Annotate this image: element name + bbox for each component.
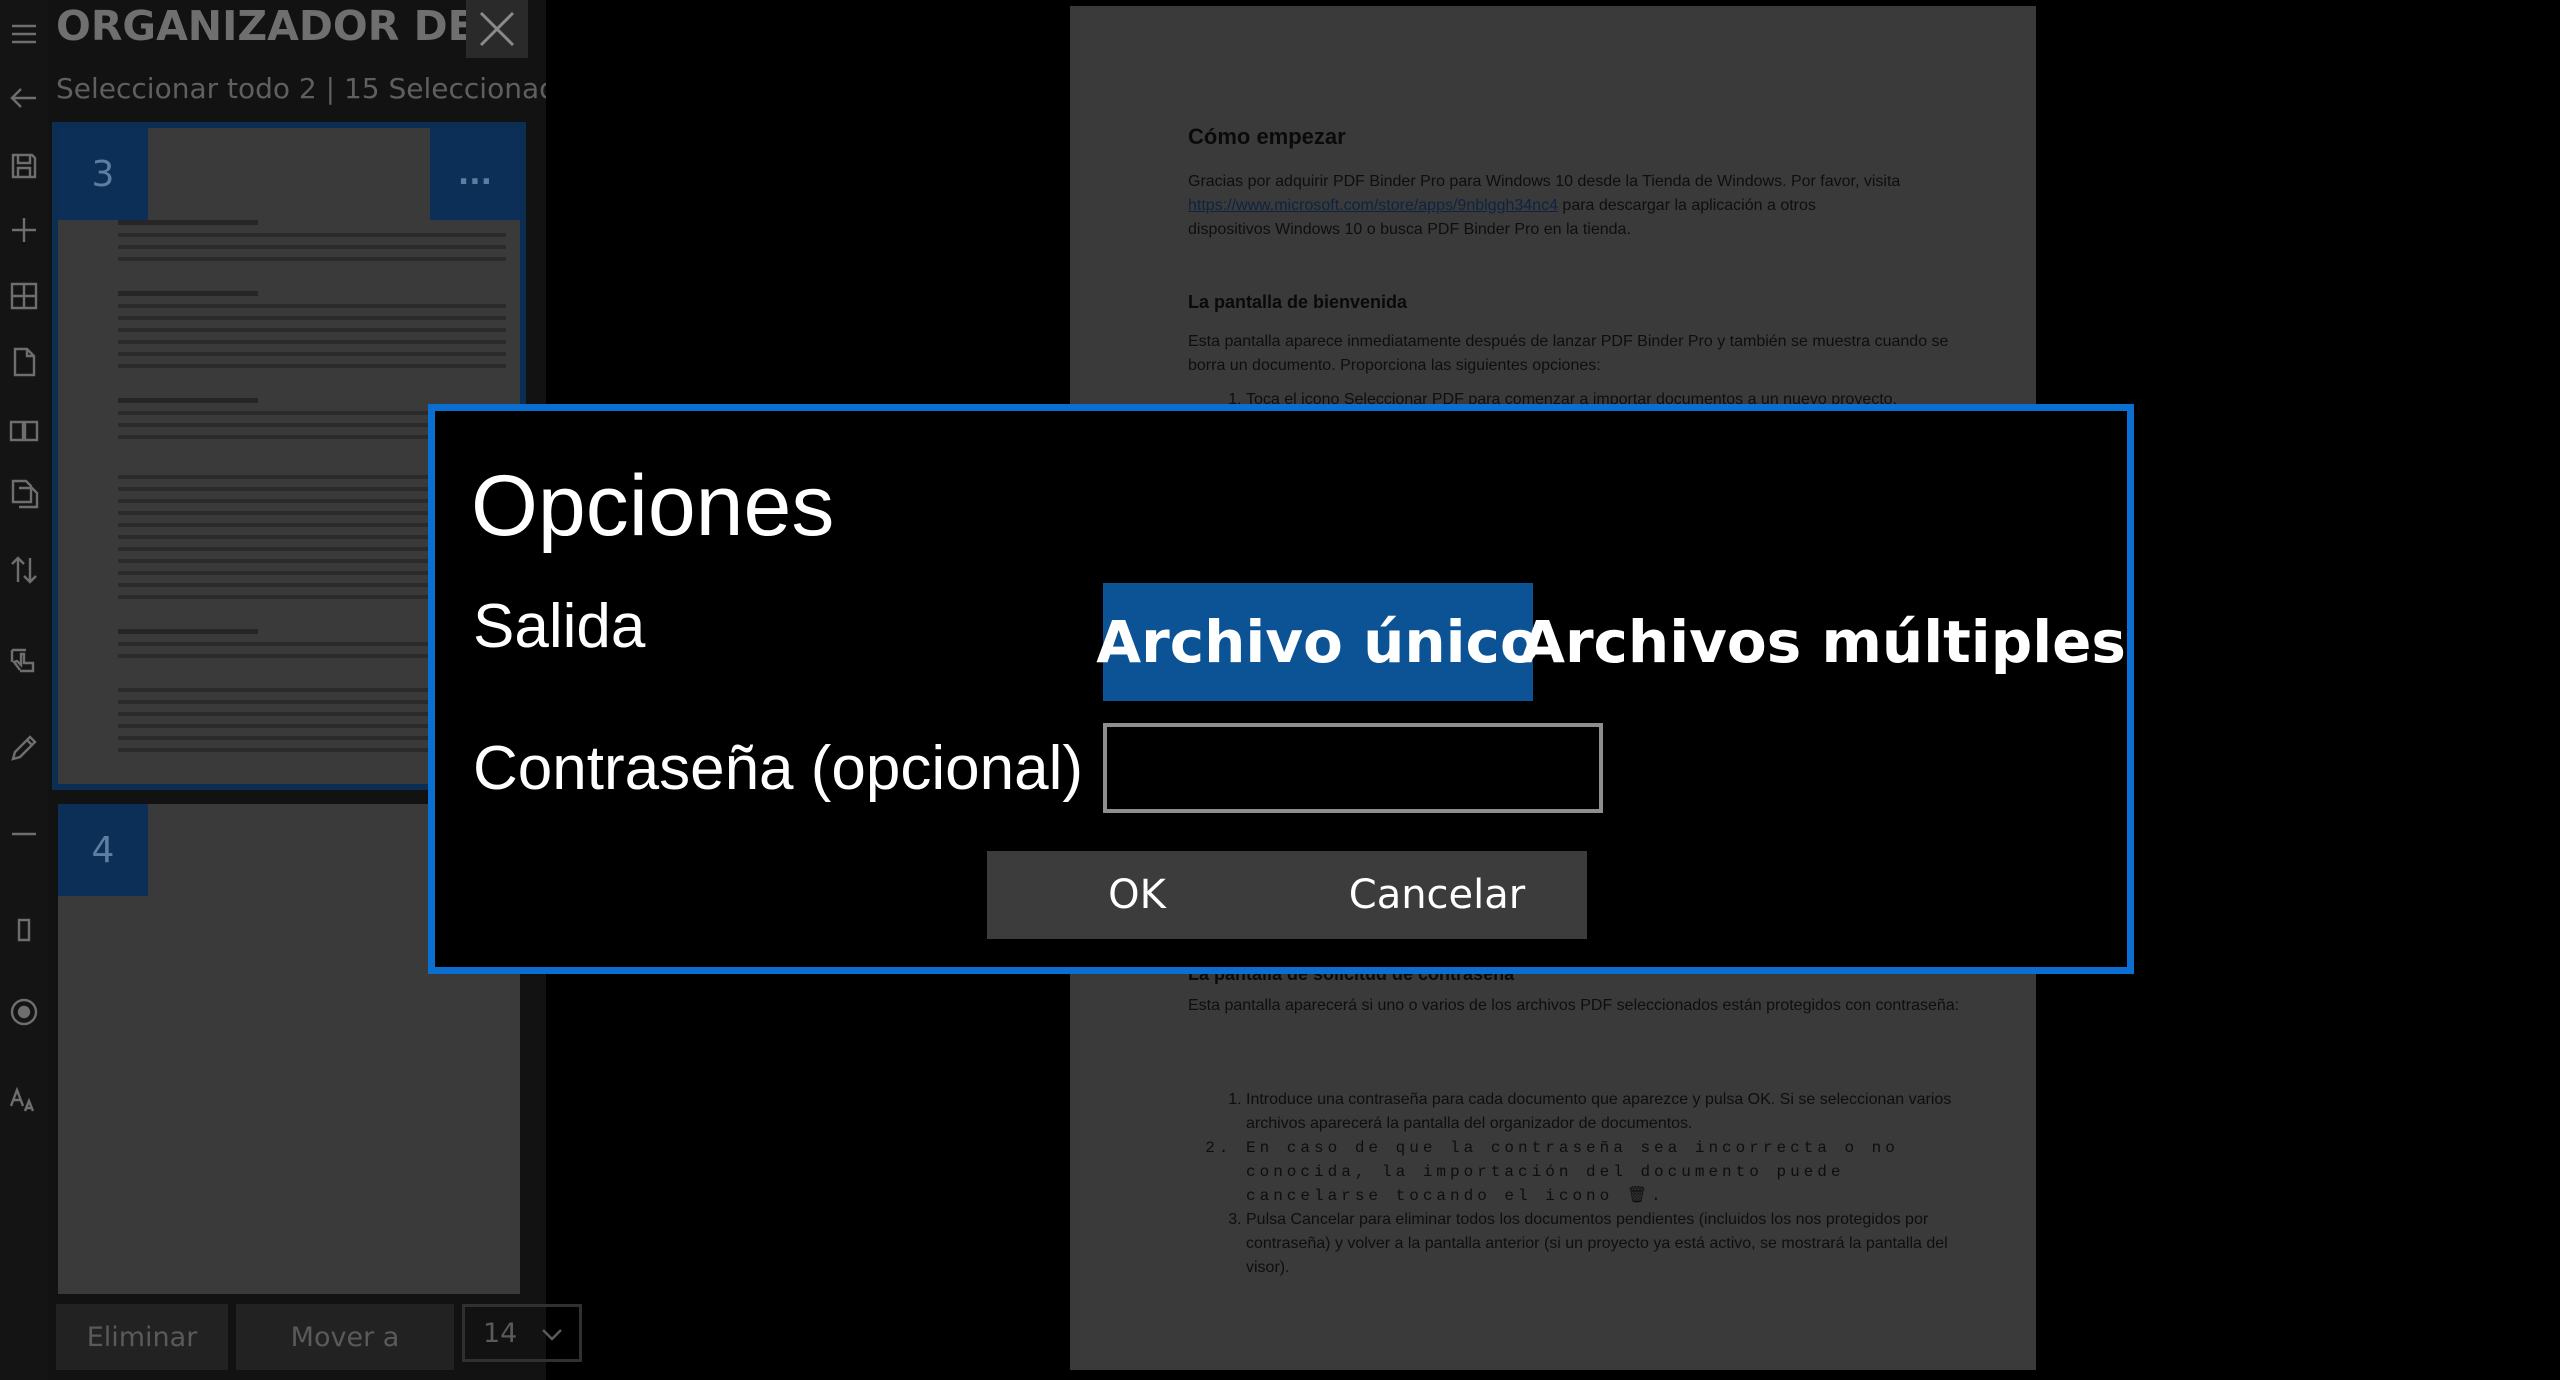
list-item: En caso de que la contraseña sea incorre… bbox=[1246, 1136, 1968, 1208]
list-item: Introduce una contraseña para cada docum… bbox=[1246, 1088, 1968, 1136]
ok-button[interactable]: OK bbox=[987, 851, 1287, 939]
page-number-badge: 4 bbox=[58, 804, 148, 896]
minus-icon[interactable] bbox=[4, 814, 44, 854]
add-icon[interactable] bbox=[4, 210, 44, 250]
single-file-option[interactable]: Archivo único bbox=[1096, 583, 1540, 701]
text: para descargar la aplicación a otros bbox=[1557, 197, 1816, 214]
heading: La pantalla de bienvenida bbox=[1188, 292, 1408, 312]
sort-icon[interactable] bbox=[4, 550, 44, 590]
more-options-button[interactable]: ... bbox=[430, 128, 520, 220]
list-item: Pulsa Cancelar para eliminar todos los d… bbox=[1246, 1208, 1968, 1280]
text: Gracias por adquirir PDF Binder Pro para… bbox=[1188, 173, 1901, 190]
copy-icon[interactable] bbox=[4, 474, 44, 514]
options-dialog: Opciones Salida Archivo único Archivos m… bbox=[428, 404, 2134, 974]
store-link[interactable]: https://www.microsoft.com/store/apps/9nb… bbox=[1188, 197, 1558, 214]
dropdown-value: 14 bbox=[483, 1317, 518, 1349]
heading: Cómo empezar bbox=[1188, 124, 1346, 149]
touch-icon[interactable] bbox=[4, 640, 44, 680]
record-icon[interactable] bbox=[4, 992, 44, 1032]
selection-status[interactable]: Seleccionar todo 2 | 15 Seleccionadas [ bbox=[56, 72, 546, 105]
close-button[interactable] bbox=[466, 0, 528, 58]
list: Introduce una contraseña para cada docum… bbox=[1188, 1088, 1968, 1280]
paragraph: Gracias por adquirir PDF Binder Pro para… bbox=[1188, 170, 1968, 242]
password-input[interactable] bbox=[1103, 723, 1603, 813]
pencil-icon[interactable] bbox=[4, 728, 44, 768]
organizer-title: ORGANIZADOR DE P bbox=[56, 2, 476, 50]
phone-icon[interactable] bbox=[4, 910, 44, 950]
menu-icon[interactable] bbox=[4, 14, 44, 54]
delete-button[interactable]: Eliminar bbox=[56, 1304, 228, 1370]
back-arrow-icon[interactable] bbox=[4, 78, 44, 118]
move-to-page-dropdown[interactable]: 14 bbox=[462, 1304, 582, 1362]
move-to-button[interactable]: Mover a bbox=[236, 1304, 454, 1370]
page-number-badge: 3 bbox=[58, 128, 148, 220]
output-label: Salida bbox=[473, 592, 646, 661]
page-icon[interactable] bbox=[4, 342, 44, 382]
dialog-title: Opciones bbox=[471, 458, 835, 554]
password-label: Contraseña (opcional) bbox=[473, 734, 1084, 803]
book-icon[interactable] bbox=[4, 410, 44, 450]
cancel-button[interactable]: Cancelar bbox=[1287, 851, 1587, 939]
font-size-icon[interactable] bbox=[4, 1080, 44, 1120]
multiple-files-option[interactable]: Archivos múltiples bbox=[1520, 583, 2126, 701]
chevron-down-icon bbox=[542, 1329, 562, 1341]
close-icon bbox=[479, 11, 515, 47]
text: dispositivos Windows 10 o busca PDF Bind… bbox=[1188, 221, 1631, 238]
left-toolbar bbox=[0, 0, 48, 1380]
paragraph: Esta pantalla aparecerá si uno o varios … bbox=[1188, 997, 1960, 1014]
paragraph: Esta pantalla aparece inmediatamente des… bbox=[1188, 333, 1949, 374]
save-icon[interactable] bbox=[4, 146, 44, 186]
dialog-buttons: OK Cancelar bbox=[987, 851, 1587, 939]
grid-icon[interactable] bbox=[4, 276, 44, 316]
